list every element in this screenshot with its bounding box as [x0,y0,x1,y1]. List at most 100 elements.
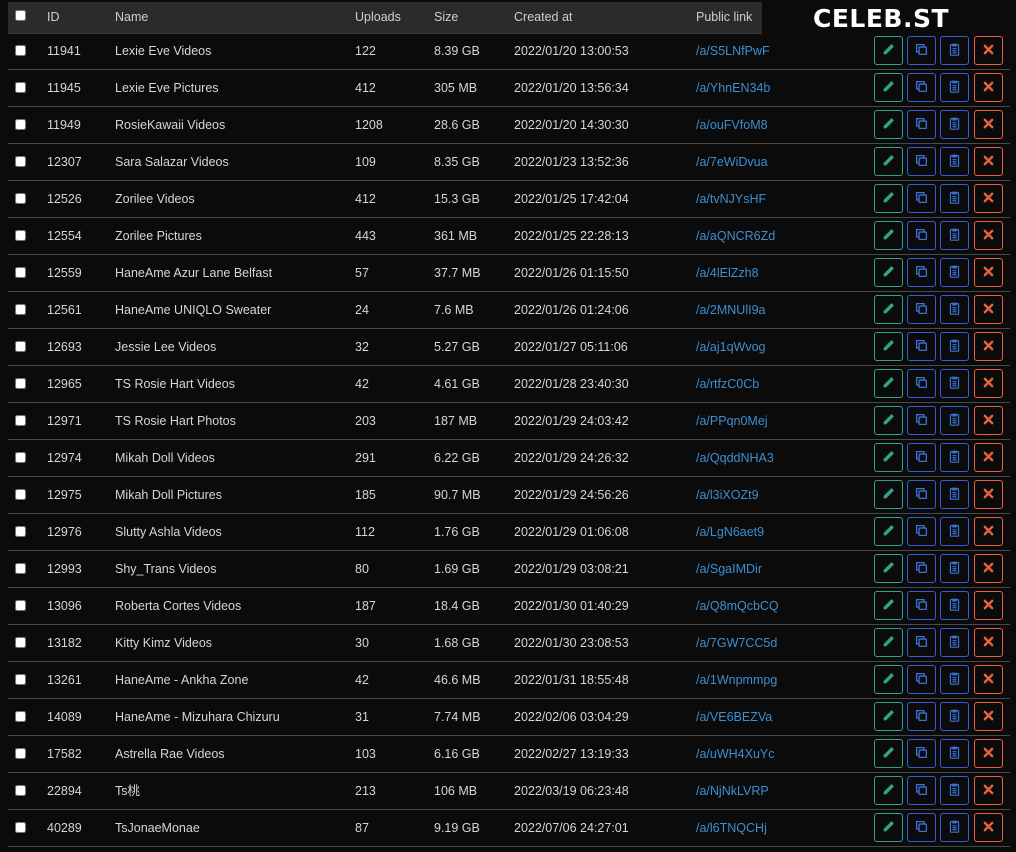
delete-button[interactable] [974,443,1003,472]
edit-button[interactable] [874,73,903,102]
row-checkbox[interactable] [15,822,26,833]
delete-button[interactable] [974,221,1003,250]
edit-button[interactable] [874,110,903,139]
row-checkbox[interactable] [15,156,26,167]
row-checkbox[interactable] [15,785,26,796]
edit-button[interactable] [874,443,903,472]
copy-button[interactable] [907,554,936,583]
copy-button[interactable] [907,221,936,250]
edit-button[interactable] [874,554,903,583]
row-checkbox[interactable] [15,637,26,648]
select-all-checkbox[interactable] [15,10,26,21]
row-checkbox[interactable] [15,193,26,204]
edit-button[interactable] [874,517,903,546]
copy-button[interactable] [907,36,936,65]
clipboard-button[interactable] [940,739,969,768]
copy-button[interactable] [907,702,936,731]
delete-button[interactable] [974,295,1003,324]
cell-public-link[interactable]: /a/7GW7CC5d [696,625,777,661]
delete-button[interactable] [974,776,1003,805]
clipboard-button[interactable] [940,591,969,620]
clipboard-button[interactable] [940,480,969,509]
clipboard-button[interactable] [940,776,969,805]
delete-button[interactable] [974,628,1003,657]
delete-button[interactable] [974,110,1003,139]
delete-button[interactable] [974,480,1003,509]
column-header-id[interactable]: ID [47,2,60,33]
edit-button[interactable] [874,184,903,213]
delete-button[interactable] [974,591,1003,620]
cell-public-link[interactable]: /a/VE6BEZVa [696,699,772,735]
cell-public-link[interactable]: /a/aj1qWvog [696,329,765,365]
delete-button[interactable] [974,258,1003,287]
cell-public-link[interactable]: /a/uWH4XuYc [696,736,775,772]
delete-button[interactable] [974,739,1003,768]
edit-button[interactable] [874,221,903,250]
cell-public-link[interactable]: /a/ouFVfoM8 [696,107,768,143]
copy-button[interactable] [907,369,936,398]
copy-button[interactable] [907,258,936,287]
clipboard-button[interactable] [940,628,969,657]
row-checkbox[interactable] [15,304,26,315]
delete-button[interactable] [974,554,1003,583]
edit-button[interactable] [874,739,903,768]
clipboard-button[interactable] [940,443,969,472]
clipboard-button[interactable] [940,813,969,842]
column-header-public-link[interactable]: Public link [696,2,752,33]
clipboard-button[interactable] [940,73,969,102]
row-checkbox[interactable] [15,378,26,389]
edit-button[interactable] [874,258,903,287]
cell-public-link[interactable]: /a/YhnEN34b [696,70,770,106]
edit-button[interactable] [874,147,903,176]
column-header-name[interactable]: Name [115,2,148,33]
cell-public-link[interactable]: /a/PPqn0Mej [696,403,768,439]
clipboard-button[interactable] [940,110,969,139]
row-checkbox[interactable] [15,82,26,93]
edit-button[interactable] [874,665,903,694]
row-checkbox[interactable] [15,415,26,426]
delete-button[interactable] [974,517,1003,546]
edit-button[interactable] [874,628,903,657]
column-header-uploads[interactable]: Uploads [355,2,401,33]
clipboard-button[interactable] [940,702,969,731]
delete-button[interactable] [974,665,1003,694]
row-checkbox[interactable] [15,341,26,352]
delete-button[interactable] [974,702,1003,731]
edit-button[interactable] [874,295,903,324]
cell-public-link[interactable]: /a/Q8mQcbCQ [696,588,779,624]
delete-button[interactable] [974,36,1003,65]
copy-button[interactable] [907,406,936,435]
cell-public-link[interactable]: /a/tvNJYsHF [696,181,766,217]
cell-public-link[interactable]: /a/QqddNHA3 [696,440,774,476]
row-checkbox[interactable] [15,748,26,759]
cell-public-link[interactable]: /a/aQNCR6Zd [696,218,775,254]
edit-button[interactable] [874,702,903,731]
clipboard-button[interactable] [940,184,969,213]
copy-button[interactable] [907,591,936,620]
clipboard-button[interactable] [940,517,969,546]
row-checkbox[interactable] [15,711,26,722]
cell-public-link[interactable]: /a/7eWiDvua [696,144,768,180]
cell-public-link[interactable]: /a/LgN6aet9 [696,514,764,550]
copy-button[interactable] [907,739,936,768]
copy-button[interactable] [907,295,936,324]
clipboard-button[interactable] [940,369,969,398]
copy-button[interactable] [907,73,936,102]
edit-button[interactable] [874,480,903,509]
cell-public-link[interactable]: /a/l3iXOZt9 [696,477,759,513]
row-checkbox[interactable] [15,674,26,685]
delete-button[interactable] [974,332,1003,361]
delete-button[interactable] [974,406,1003,435]
cell-public-link[interactable]: /a/SgaIMDir [696,551,762,587]
row-checkbox[interactable] [15,119,26,130]
copy-button[interactable] [907,517,936,546]
copy-button[interactable] [907,665,936,694]
copy-button[interactable] [907,813,936,842]
copy-button[interactable] [907,480,936,509]
column-header-created[interactable]: Created at [514,2,572,33]
column-header-size[interactable]: Size [434,2,458,33]
row-checkbox[interactable] [15,230,26,241]
copy-button[interactable] [907,147,936,176]
edit-button[interactable] [874,369,903,398]
clipboard-button[interactable] [940,147,969,176]
